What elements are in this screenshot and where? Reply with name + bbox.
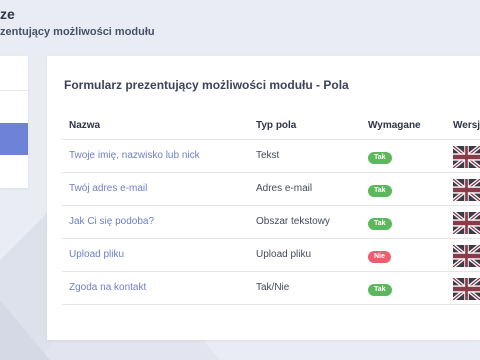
uk-flag-icon[interactable] (453, 179, 480, 201)
uk-flag-icon[interactable] (453, 278, 480, 300)
required-badge: Tak (368, 185, 392, 197)
column-header-required[interactable]: Wymagane (368, 120, 421, 131)
column-header-type[interactable]: Typ pola (256, 120, 296, 131)
field-type: Obszar tekstowy (256, 216, 330, 227)
field-name-link[interactable]: Twoje imię, nazwisko lub nick (69, 150, 200, 161)
required-badge-cell: Tak (368, 151, 392, 164)
version-cell (453, 146, 480, 168)
version-cell (453, 278, 480, 300)
required-badge-cell: Tak (368, 217, 392, 230)
sidebar-item-active[interactable] (0, 123, 28, 155)
fields-panel: Formularz prezentujący możliwości modułu… (47, 56, 480, 340)
uk-flag-icon[interactable] (453, 146, 480, 168)
required-badge: Nie (368, 251, 391, 263)
table-header: Nazwa Typ pola Wymagane Wersj (62, 111, 480, 140)
sidebar-item-4[interactable] (0, 155, 28, 188)
table-row: Upload pliku Upload pliku Nie (62, 239, 480, 272)
field-name-link[interactable]: Upload pliku (69, 249, 124, 260)
required-badge-cell: Tak (368, 283, 392, 296)
page-subtitle: zentujący możliwości modułu (0, 26, 155, 38)
fields-table: Nazwa Typ pola Wymagane Wersj Twoje imię… (62, 111, 480, 305)
column-header-name[interactable]: Nazwa (69, 120, 100, 131)
field-type: Tekst (256, 150, 280, 161)
uk-flag-icon[interactable] (453, 245, 480, 267)
sidebar-item-2[interactable] (0, 91, 28, 123)
version-cell (453, 245, 480, 267)
field-type: Adres e-mail (256, 183, 313, 194)
panel-title: Formularz prezentujący możliwości modułu… (64, 78, 349, 92)
required-badge-cell: Tak (368, 184, 392, 197)
table-row: Twój adres e-mail Adres e-mail Tak (62, 173, 480, 206)
field-type: Tak/Nie (256, 282, 290, 293)
table-row: Twoje imię, nazwisko lub nick Tekst Tak (62, 140, 480, 173)
uk-flag-icon[interactable] (453, 212, 480, 234)
page-title: ze (0, 6, 15, 22)
field-name-link[interactable]: Zgoda na kontakt (69, 282, 146, 293)
table-row: Zgoda na kontakt Tak/Nie Tak (62, 272, 480, 305)
required-badge: Tak (368, 152, 392, 164)
field-type: Upload pliku (256, 249, 312, 260)
required-badge-cell: Nie (368, 250, 391, 263)
version-cell (453, 212, 480, 234)
field-name-link[interactable]: Twój adres e-mail (69, 183, 147, 194)
sidebar (0, 56, 28, 188)
version-cell (453, 179, 480, 201)
table-row: Jak Ci się podoba? Obszar tekstowy Tak (62, 206, 480, 239)
column-header-version[interactable]: Wersj (453, 120, 480, 131)
required-badge: Tak (368, 284, 392, 296)
field-name-link[interactable]: Jak Ci się podoba? (69, 216, 154, 227)
sidebar-item-1[interactable] (0, 56, 28, 90)
required-badge: Tak (368, 218, 392, 230)
